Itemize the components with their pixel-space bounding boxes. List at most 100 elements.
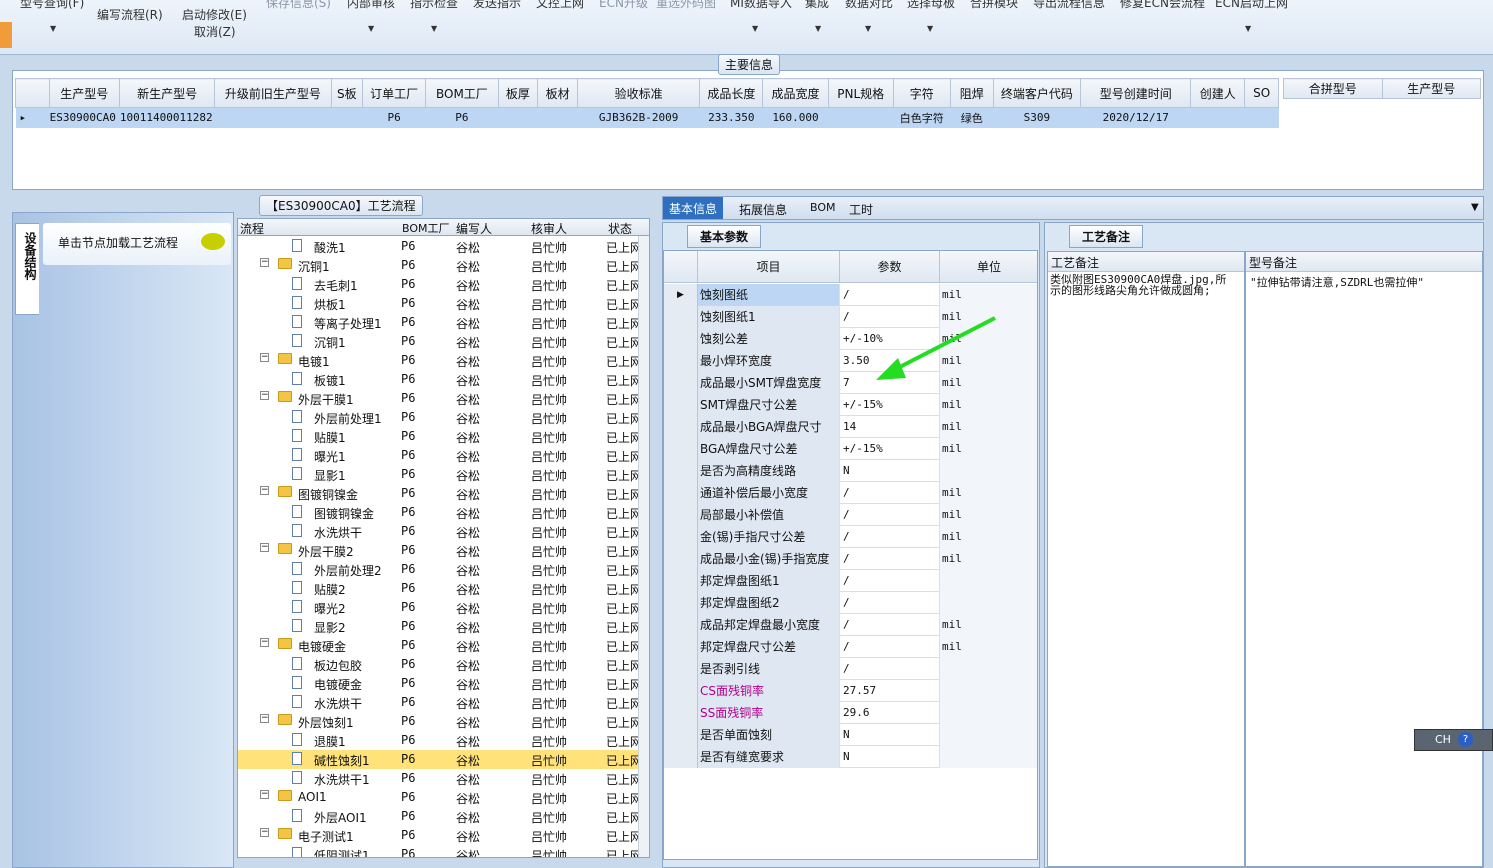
row-selector[interactable] [664, 614, 698, 636]
tree-row[interactable]: 烘板1 P6 谷松 吕忙帅 已上网 [238, 294, 642, 313]
column-header[interactable]: 订单工厂 [362, 78, 427, 108]
tree-row[interactable]: 贴膜2 P6 谷松 吕忙帅 已上网 [238, 579, 642, 598]
row-selector[interactable] [664, 636, 698, 658]
application-tab[interactable] [0, 22, 12, 48]
param-row[interactable]: 金(锡)手指尺寸公差 / mil [664, 526, 1037, 548]
select-mother-board-button[interactable]: 选择母板 [907, 0, 955, 11]
param-value[interactable]: 14 [840, 416, 940, 438]
table-cell[interactable] [498, 107, 539, 128]
param-value[interactable]: +/-15% [840, 394, 940, 416]
collapse-icon[interactable]: − [260, 391, 269, 400]
chevron-down-icon[interactable]: ▼ [815, 24, 821, 33]
param-value[interactable]: N [840, 460, 940, 482]
row-selector[interactable] [664, 482, 698, 504]
table-cell[interactable] [828, 107, 894, 128]
chevron-down-icon[interactable]: ▼ [752, 24, 758, 33]
column-header[interactable]: 成品宽度 [762, 78, 829, 108]
row-selector[interactable] [664, 658, 698, 680]
column-header[interactable]: 新生产型号 [118, 78, 216, 108]
param-row[interactable]: ▶ 蚀刻图纸 / mil [664, 284, 1037, 306]
row-selector[interactable] [664, 328, 698, 350]
tree-row[interactable]: 沉铜1 P6 谷松 吕忙帅 已上网 [238, 332, 642, 351]
collapse-icon[interactable]: − [260, 638, 269, 647]
data-compare-button[interactable]: 数据对比 [845, 0, 893, 11]
tree-row[interactable]: 板边包胶 P6 谷松 吕忙帅 已上网 [238, 655, 642, 674]
param-row[interactable]: 邦定焊盘图纸2/ [664, 592, 1037, 614]
model-notes-text[interactable]: "拉伸钻带请注意,SZDRL也需拉伸" [1246, 272, 1482, 292]
column-header[interactable]: 终端客户代码 [992, 78, 1082, 108]
table-cell[interactable]: 2020/12/17 [1080, 107, 1192, 128]
tree-row[interactable]: − 外层干膜1 P6 谷松 吕忙帅 已上网 [238, 389, 642, 408]
param-value[interactable]: / [840, 284, 940, 306]
param-row[interactable]: SS面残铜率 29.6 [664, 702, 1037, 724]
tree-row[interactable]: 曝光2 P6 谷松 吕忙帅 已上网 [238, 598, 642, 617]
row-selector[interactable] [664, 438, 698, 460]
param-row[interactable]: 成品邦定焊盘最小宽度 / mil [664, 614, 1037, 636]
param-row[interactable]: 邦定焊盘尺寸公差 / mil [664, 636, 1037, 658]
row-selector[interactable] [664, 372, 698, 394]
table-cell[interactable]: 10011400011282 [119, 107, 216, 128]
param-row[interactable]: 是否单面蚀刻 N [664, 724, 1037, 746]
tab-bom[interactable]: BOM [810, 201, 836, 214]
param-row[interactable]: 是否剥引线 / [664, 658, 1037, 680]
param-value[interactable]: / [840, 548, 940, 570]
tree-row[interactable]: 去毛刺1 P6 谷松 吕忙帅 已上网 [238, 275, 642, 294]
table-row[interactable]: ▸ ES30900CA0 10011400011282 P6 P6 GJB362… [15, 107, 1279, 128]
process-notes-box[interactable]: 工艺备注 类似附图ES30900CA0焊盘.jpg,所示的图形线路尖角允许做成圆… [1047, 251, 1245, 867]
row-selector[interactable] [664, 350, 698, 372]
column-header[interactable]: 型号创建时间 [1080, 78, 1192, 108]
row-selector[interactable] [664, 526, 698, 548]
param-row[interactable]: 邦定焊盘图纸1/ [664, 570, 1037, 592]
table-cell[interactable]: GJB362B-2009 [577, 107, 701, 128]
reselect-code-button[interactable]: 重选外码图 [656, 0, 716, 11]
tree-row[interactable]: 外层AOI1 P6 谷松 吕忙帅 已上网 [238, 807, 642, 826]
param-value[interactable]: / [840, 526, 940, 548]
param-value[interactable]: / [840, 592, 940, 614]
ecn-start-online-button[interactable]: ECN启动上网 [1215, 0, 1288, 11]
send-instruction-button[interactable]: 发送指示 [473, 0, 521, 11]
collapse-icon[interactable]: − [260, 790, 269, 799]
column-header[interactable]: 参数 [840, 251, 940, 283]
column-header[interactable]: BOM工厂 [402, 220, 450, 236]
tree-row[interactable]: − 图镀铜镍金 P6 谷松 吕忙帅 已上网 [238, 484, 642, 503]
row-selector[interactable] [664, 416, 698, 438]
row-selector[interactable] [664, 680, 698, 702]
table-cell[interactable]: ES30900CA0 [49, 107, 120, 128]
start-modify-button[interactable]: 启动修改(E) [182, 6, 247, 23]
param-value[interactable]: / [840, 636, 940, 658]
row-selector[interactable] [664, 394, 698, 416]
table-cell[interactable] [331, 107, 364, 128]
tree-row[interactable]: 贴膜1 P6 谷松 吕忙帅 已上网 [238, 427, 642, 446]
column-header[interactable]: 验收标准 [576, 78, 701, 108]
param-row[interactable]: BGA焊盘尺寸公差 +/-15% mil [664, 438, 1037, 460]
tree-row[interactable]: 水洗烘干 P6 谷松 吕忙帅 已上网 [238, 693, 642, 712]
tab-extended-info[interactable]: 拓展信息 [739, 201, 787, 218]
column-header[interactable]: SO [1244, 78, 1279, 108]
tab-basic-params[interactable]: 基本参数 [687, 225, 762, 248]
param-row[interactable]: CS面残铜率 27.57 [664, 680, 1037, 702]
model-notes-box[interactable]: 型号备注 "拉伸钻带请注意,SZDRL也需拉伸" [1245, 251, 1483, 867]
tree-row[interactable]: 图镀铜镍金 P6 谷松 吕忙帅 已上网 [238, 503, 642, 522]
tree-row[interactable]: 板镀1 P6 谷松 吕忙帅 已上网 [238, 370, 642, 389]
table-cell[interactable]: 233.350 [699, 107, 764, 128]
param-row[interactable]: 是否有缝宽要求 N [664, 746, 1037, 768]
param-value[interactable]: 27.57 [840, 680, 940, 702]
doc-control-online-button[interactable]: 文控上网 [536, 0, 584, 11]
column-header[interactable]: 升级前旧生产型号 [214, 78, 332, 108]
ecn-upgrade-button[interactable]: ECN升级 [599, 0, 648, 11]
vertical-scrollbar[interactable] [638, 219, 649, 857]
save-info-button[interactable]: 保存信息(S) [266, 0, 331, 11]
table-cell[interactable] [1244, 107, 1279, 128]
help-icon[interactable]: ? [1458, 732, 1473, 747]
column-header[interactable]: 阻焊 [949, 78, 994, 108]
param-row[interactable]: 是否为高精度线路 N [664, 460, 1037, 482]
column-header[interactable]: 字符 [892, 78, 951, 108]
internal-review-button[interactable]: 内部审核 [347, 0, 395, 11]
repair-ecn-flow-button[interactable]: 修复ECN会流程 [1120, 0, 1205, 11]
instruction-check-button[interactable]: 指示检查 [410, 0, 458, 11]
table-cell[interactable] [1190, 107, 1246, 128]
param-row[interactable]: 成品最小BGA焊盘尺寸 14 mil [664, 416, 1037, 438]
row-selector[interactable] [664, 548, 698, 570]
tree-row[interactable]: 显影2 P6 谷松 吕忙帅 已上网 [238, 617, 642, 636]
mi-data-import-button[interactable]: MI数据导入 [730, 0, 792, 11]
